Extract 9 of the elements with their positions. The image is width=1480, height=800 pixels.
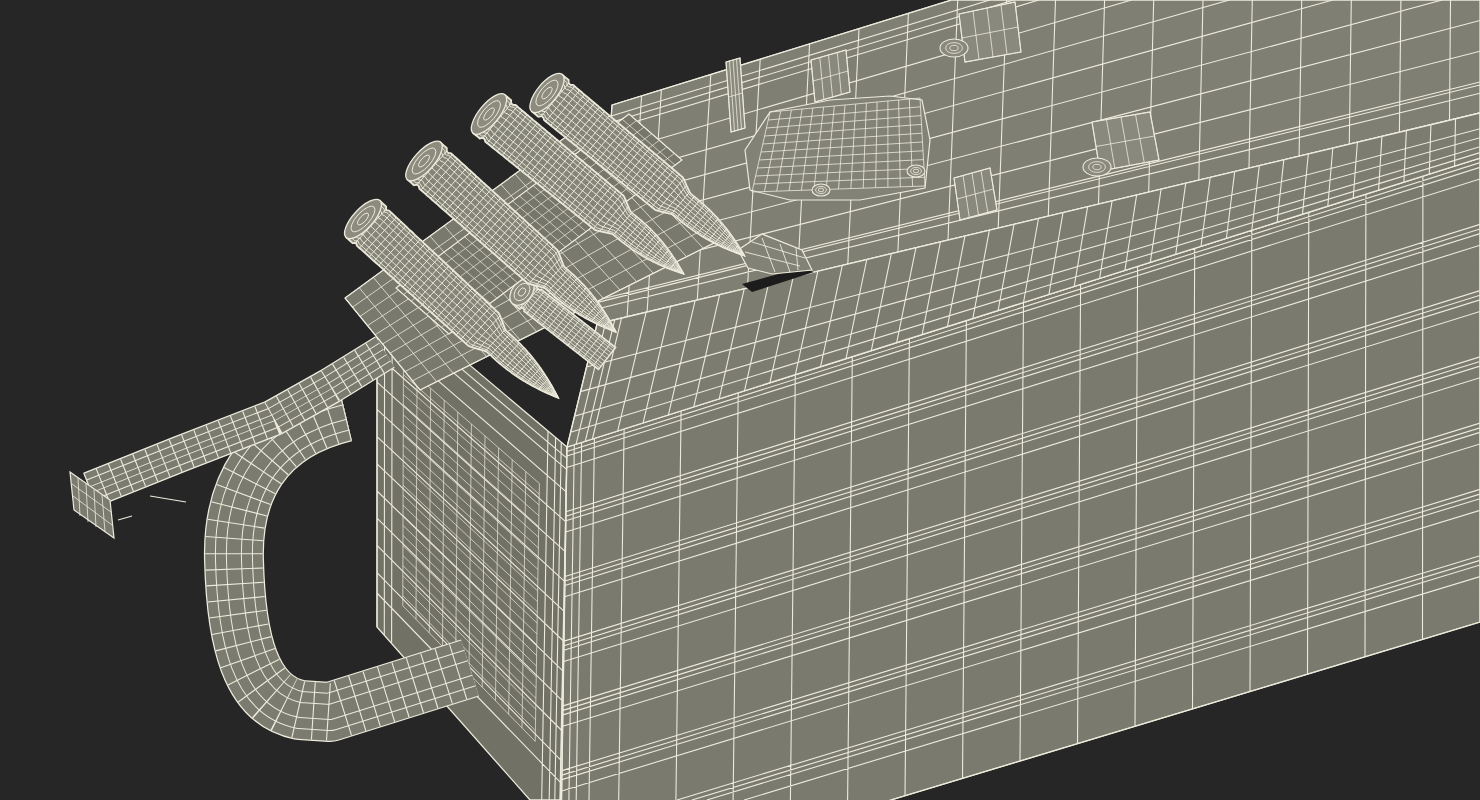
lid-bolt — [906, 164, 926, 178]
lid-bracket — [1091, 111, 1160, 172]
lid-bracket — [810, 49, 851, 103]
lid-bracket — [953, 167, 998, 221]
feed-slot — [742, 268, 814, 292]
lid-bolt — [1082, 157, 1112, 177]
lid-bolt — [939, 38, 969, 58]
lid-bracket — [958, 1, 1022, 63]
lid-bolt — [811, 183, 831, 197]
